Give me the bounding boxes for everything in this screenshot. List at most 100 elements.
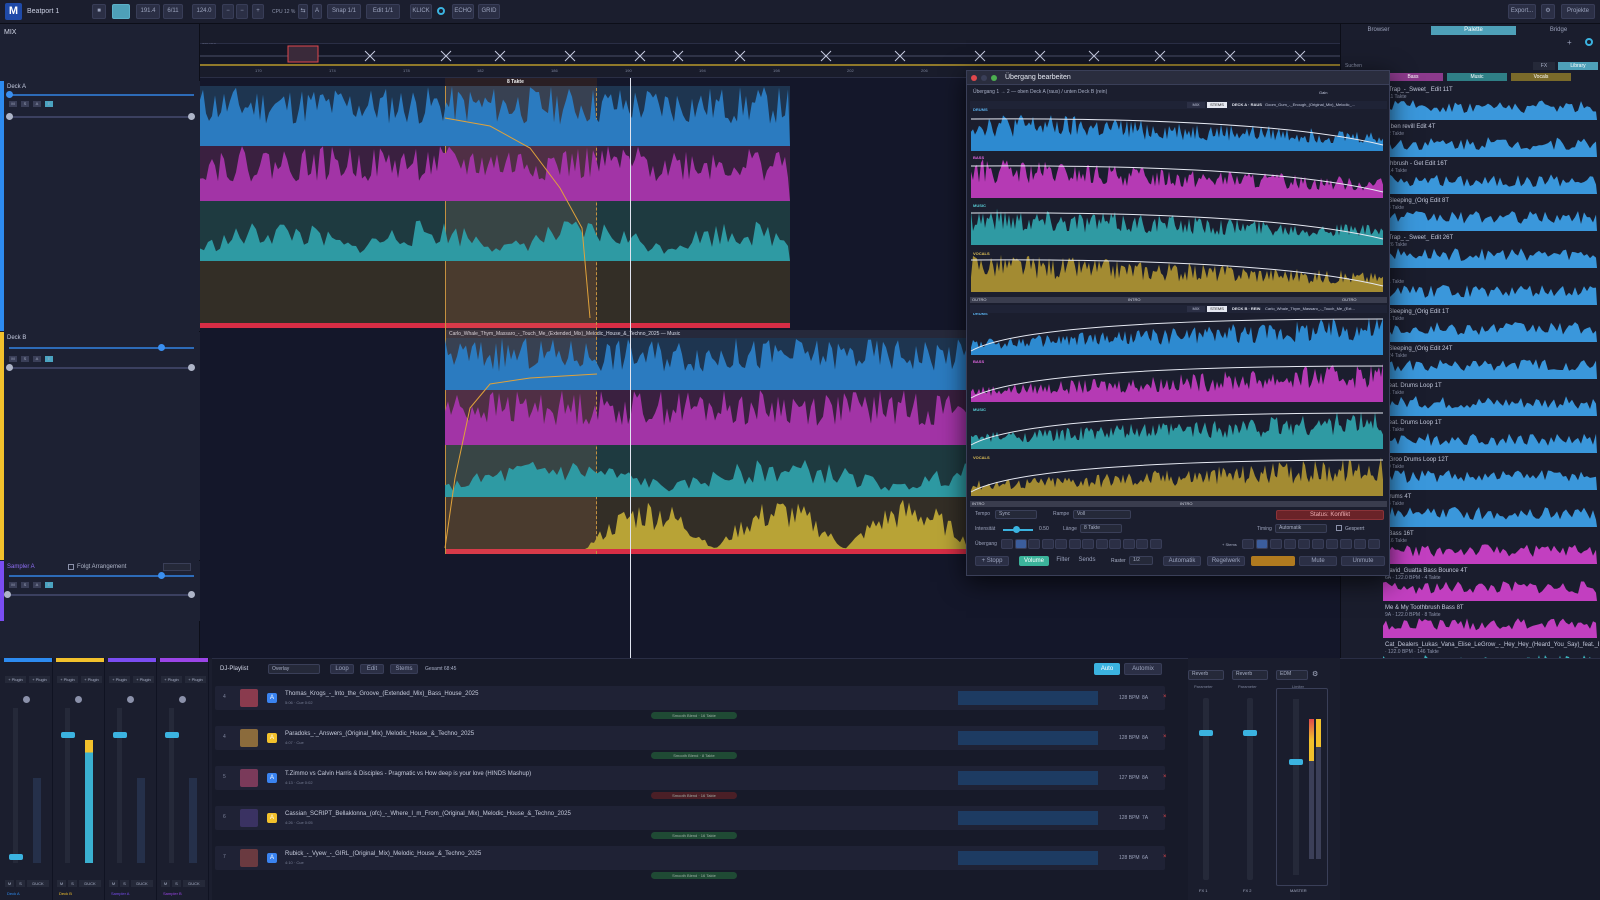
curve-shape-button[interactable] (1095, 539, 1108, 549)
deck-a-gain-right-knob[interactable] (188, 113, 195, 120)
fx1-fader-knob[interactable] (1199, 730, 1213, 736)
snap-dropdown[interactable]: Snap 1/1 (327, 4, 361, 19)
deck-b-mix-button[interactable]: MIX (1187, 306, 1205, 312)
plugin-slot[interactable]: + Plugin (161, 676, 182, 683)
remove-icon[interactable]: × (1163, 854, 1167, 860)
deck-a-header[interactable]: Deck A M S A E (0, 81, 200, 331)
playlist-row[interactable]: 4 A Paradoks_-_Answers_(Original_Mix)_Melo… (215, 726, 1167, 750)
curve-shape-button[interactable] (1109, 539, 1121, 549)
playlist-row[interactable]: 7 A Rubick_-_Vyew_-_GIRL_(Original_Mix)_Me… (215, 846, 1167, 870)
deck-a-pitch-knob[interactable] (6, 91, 13, 98)
sends-tab[interactable]: Sends (1075, 556, 1099, 566)
mute-button[interactable]: M (5, 880, 14, 887)
play-button[interactable] (112, 4, 130, 19)
export-button[interactable]: Export... (1508, 4, 1536, 19)
mute-button[interactable]: M (161, 880, 170, 887)
fx-tab[interactable]: FX (1533, 62, 1555, 70)
browser-item[interactable]: (feat. Drums Loop 1T · 1 Takte (1381, 382, 1599, 418)
arrangement-overview[interactable] (200, 44, 1340, 66)
browser-item[interactable]: othbrush - Get Edit 16T · 14 Takte (1381, 160, 1599, 196)
deck-b-pitch-knob[interactable] (158, 344, 165, 351)
plugin-slot[interactable]: + Plugin (81, 676, 102, 683)
stem-curve-button[interactable] (1354, 539, 1366, 549)
remove-icon[interactable]: × (1163, 694, 1167, 700)
deck-b-gain-right-knob[interactable] (188, 364, 195, 371)
tuner-icon[interactable] (437, 7, 445, 15)
stopp-button[interactable]: + Stopp (975, 556, 1009, 566)
browser-tab[interactable]: Browser (1341, 26, 1416, 35)
edit-dropdown[interactable]: Edit 1/1 (366, 4, 400, 19)
sampler-a-mute-button[interactable]: M (9, 582, 17, 588)
volume-tab[interactable]: Volume (1019, 556, 1049, 566)
sync-button[interactable]: ⇆ (298, 4, 308, 19)
auto-button[interactable]: Auto (1094, 663, 1120, 675)
browser-item[interactable]: (feat. Drums Loop 1T · 1 Takte (1381, 419, 1599, 455)
playhead[interactable] (630, 78, 631, 658)
eq-knob[interactable] (179, 696, 186, 703)
master-fader-knob[interactable] (1289, 759, 1303, 765)
remove-icon[interactable]: × (1163, 774, 1167, 780)
deck-a-fade-curve[interactable] (444, 117, 591, 319)
fx2-fader-track[interactable] (1247, 698, 1253, 880)
deck-b-solo-button[interactable]: S (21, 356, 29, 362)
solo-button[interactable]: S (16, 880, 25, 887)
fx1-fader-track[interactable] (1203, 698, 1209, 880)
sampler-a-gain-left-knob[interactable] (4, 591, 11, 598)
tempo-display[interactable]: 124.0 (192, 4, 216, 19)
playlist-edit-button[interactable]: Edit (360, 664, 384, 674)
project-title[interactable]: Beatport 1 (27, 8, 59, 15)
browser-item[interactable]: Drums 4T · 4 Takte (1381, 493, 1599, 529)
curve-shape-button[interactable] (1068, 539, 1081, 549)
sampler-a-solo-button[interactable]: S (21, 582, 29, 588)
deck-a-gain-slider[interactable] (9, 116, 194, 118)
sampler-a-gain-right-knob[interactable] (188, 591, 195, 598)
browser-item[interactable]: Me & My Toothbrush Bass 8T 9A · 122.0 BPM… (1381, 604, 1599, 640)
overview-ruler[interactable]: TEMPO (200, 24, 1340, 47)
sampler-a-pitch-slider[interactable] (9, 575, 194, 577)
browser-info-icon[interactable] (1585, 38, 1593, 46)
raster-dropdown[interactable]: 1/2 (1129, 556, 1153, 565)
stem-curve-button[interactable] (1284, 539, 1296, 549)
master-fader-track[interactable] (1293, 699, 1299, 875)
solo-button[interactable]: S (120, 880, 129, 887)
deck-b-mute-button[interactable]: M (9, 356, 17, 362)
curve-shape-button[interactable] (1014, 539, 1027, 549)
deck-b-pitch-slider[interactable] (9, 347, 194, 349)
gesperrt-checkbox[interactable] (1336, 525, 1342, 531)
browser-item[interactable]: _Trap_-_Sweet_ Edit 11T · 11 Takte (1381, 86, 1599, 122)
sampler-a-gain-slider[interactable] (9, 594, 194, 596)
deck-b-arm-button[interactable]: A (33, 356, 41, 362)
sampler-a-edit-button[interactable]: E (45, 582, 53, 588)
curve-shape-button[interactable] (1149, 539, 1162, 549)
tempo-dropdown[interactable]: Sync (995, 510, 1037, 519)
category-bass-tab[interactable]: Bass (1383, 73, 1443, 81)
nudge-up-button[interactable]: + (252, 4, 264, 19)
plugin-slot[interactable]: + Plugin (29, 676, 50, 683)
intensity-knob[interactable] (1013, 526, 1020, 533)
eq-knob[interactable] (75, 696, 82, 703)
playlist-loop-button[interactable]: Loop (330, 664, 354, 674)
stem-curve-button[interactable] (1270, 539, 1282, 549)
deck-b-stems-button[interactable]: STEMS (1207, 306, 1227, 312)
browser-item[interactable]: _Bass 16T · 16 Takte (1381, 530, 1599, 566)
blend-badge[interactable]: Smooth Blend · 16 Takte (651, 712, 737, 719)
plugin-slot[interactable]: + Plugin (57, 676, 78, 683)
plugin-slot[interactable]: + Plugin (5, 676, 26, 683)
palette-tab[interactable]: Palette (1431, 26, 1516, 35)
automix-button[interactable]: Automix (1124, 663, 1162, 675)
nudge-mid-button[interactable]: − (236, 4, 248, 19)
playlist-row[interactable]: 6 A Cassian_SCRIPT_Bellaklonna_(ofc)_-_Whe… (215, 806, 1167, 830)
curve-shape-button[interactable] (1041, 539, 1054, 549)
fx2-fader-knob[interactable] (1243, 730, 1257, 736)
sampler-mode-dropdown[interactable] (163, 563, 191, 571)
curve-shape-button[interactable] (1055, 539, 1067, 549)
curve-shape-button[interactable] (1001, 539, 1013, 549)
auto-button[interactable]: A (312, 4, 322, 19)
deck-b-header[interactable]: Deck B M S A E (0, 332, 200, 560)
sampler-a-header[interactable]: Sampler A Folgt Arrangement M S A E (0, 561, 200, 621)
deck-a-edit-button[interactable]: E (45, 101, 53, 107)
stem-curve-button[interactable] (1256, 539, 1268, 549)
eq-knob[interactable] (127, 696, 134, 703)
fx1-reverb-dropdown[interactable]: Reverb (1188, 670, 1224, 680)
browser-item[interactable]: _Sleeping_(Orig Edit 1T · 1 Takte (1381, 308, 1599, 344)
